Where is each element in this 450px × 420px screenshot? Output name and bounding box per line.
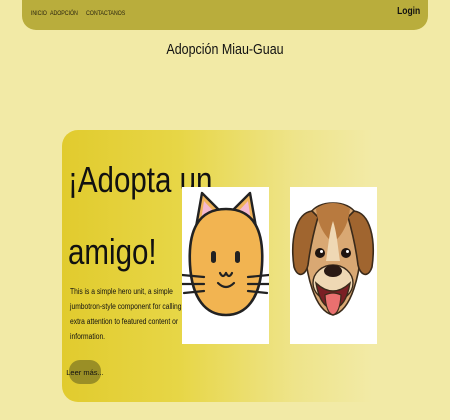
dog-face-icon xyxy=(292,202,374,316)
nav-link-contactanos[interactable]: CONTACTANOS xyxy=(86,10,125,17)
nav-links: INICIO ADOPCIÓN CONTACTANOS xyxy=(31,10,134,17)
hero-title-line-1: ¡Adopta un xyxy=(68,159,213,200)
cat-image xyxy=(182,187,269,344)
dog-image xyxy=(290,187,377,344)
nav-link-inicio[interactable]: INICIO xyxy=(31,10,47,17)
hero-text-line: jumbotron-style component for calling xyxy=(70,302,182,311)
hero-title-line-2: amigo! xyxy=(68,231,157,272)
page-title: Adopción Miau-Guau xyxy=(166,42,284,58)
nav-link-adopcion[interactable]: ADOPCIÓN xyxy=(50,10,78,17)
cat-face-icon xyxy=(182,191,269,317)
navbar: INICIO ADOPCIÓN CONTACTANOS Login xyxy=(22,0,428,30)
hero-text-line: This is a simple hero unit, a simple xyxy=(70,287,173,296)
login-link[interactable]: Login xyxy=(397,6,420,17)
hero-description: This is a simple hero unit, a simple jum… xyxy=(70,284,200,344)
read-more-button[interactable]: Leer más... xyxy=(66,360,104,384)
hero-text-line: extra attention to featured content or xyxy=(70,317,179,326)
hero-text-line: information. xyxy=(70,332,106,341)
hero-title: ¡Adopta un amigo! xyxy=(68,144,213,288)
